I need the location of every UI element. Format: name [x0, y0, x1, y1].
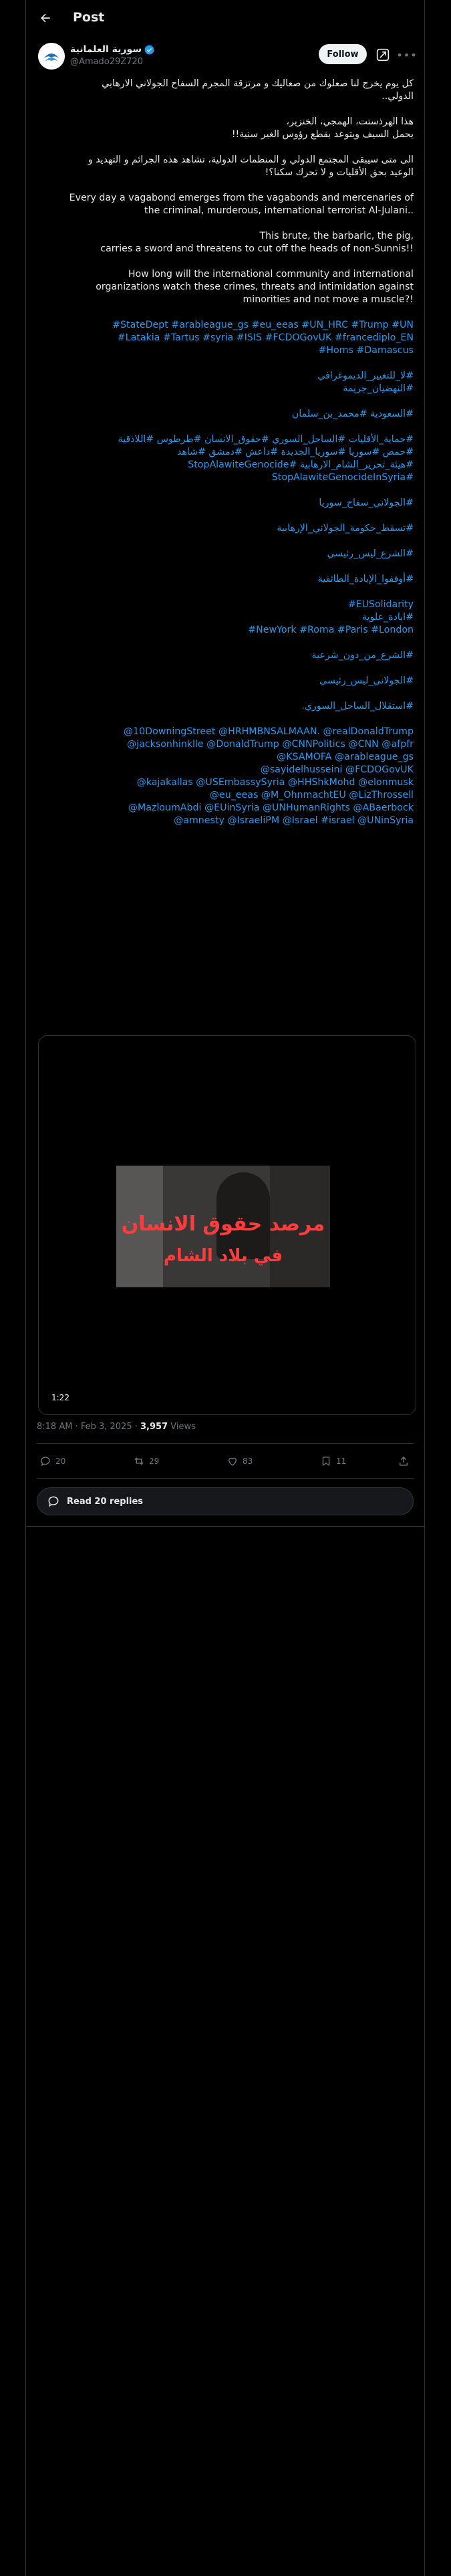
- follow-button[interactable]: Follow: [319, 44, 367, 64]
- hashtags-block-9[interactable]: #EUSolidarity #ابادة_علوية #NewYork #Rom…: [37, 599, 414, 637]
- repost-button[interactable]: 29: [133, 1455, 159, 1467]
- avatar[interactable]: [38, 43, 65, 70]
- repost-count: 29: [149, 1457, 160, 1466]
- hashtags-block-12[interactable]: #استقلال_الساحل_السوري.: [37, 700, 414, 713]
- reply-icon: [41, 1457, 50, 1467]
- video-player[interactable]: مرصد حقوق الانسان في بلاد الشام 1:22: [38, 1035, 416, 1415]
- author-name-block: سورية العلمانية @Amado29Z720: [70, 44, 154, 67]
- back-button[interactable]: [35, 8, 55, 28]
- chat-bubble-icon: [48, 1496, 59, 1507]
- reply-button[interactable]: 20: [39, 1455, 65, 1467]
- author-display-name[interactable]: سورية العلمانية: [70, 44, 142, 55]
- author-handle[interactable]: @Amado29Z720: [70, 57, 154, 67]
- bookmark-count: 11: [336, 1457, 347, 1466]
- hashtags-block-3[interactable]: #السعودية #محمد_بن_سلمان: [37, 408, 414, 421]
- arrow-left-icon: [41, 13, 50, 23]
- heart-icon: [229, 1457, 237, 1466]
- page-title: Post: [73, 10, 105, 25]
- english-paragraph-1: Every day a vagabond emerges from the va…: [69, 193, 414, 216]
- divider: [37, 1478, 414, 1479]
- post-text: كل يوم يخرج لنا صعلوك من صعاليك و مرتزقة…: [37, 78, 414, 840]
- more-options-button[interactable]: •••: [396, 45, 418, 64]
- bookmark-icon: [322, 1457, 330, 1467]
- grok-button[interactable]: [373, 45, 392, 64]
- hashtags-block-1[interactable]: #StateDept #arableague_gs #eu_eeas #UN_H…: [37, 319, 414, 357]
- grok-icon: [376, 48, 390, 62]
- arabic-paragraph-2: هذا الهرذستت، الهمجي، الخنزير، يحمل السي…: [231, 116, 414, 140]
- divider: [37, 1443, 414, 1444]
- post-meta: 8:18 AM · Feb 3, 2025 · 3,957 Views: [37, 1422, 196, 1432]
- arabic-paragraph-3: الى متى سيبقى المجتمع الدولي و المنظمات …: [88, 154, 414, 178]
- hashtags-block-8[interactable]: #أوقفوا_الإبادة_الطائفية: [37, 573, 414, 586]
- hashtags-block-10[interactable]: #الشرع_من_دون_شرعية: [37, 649, 414, 662]
- video-duration: 1:22: [48, 1392, 73, 1404]
- hashtags-block-2[interactable]: #لا_للتغيير_الديموغرافي #النهضيان_جريمة: [37, 370, 414, 395]
- hashtags-block-6[interactable]: #تسقط_حكومة_الجولاني_الإرهابية: [37, 522, 414, 535]
- like-button[interactable]: 83: [227, 1455, 253, 1467]
- english-paragraph-3: How long will the international communit…: [96, 269, 414, 305]
- divider: [26, 1526, 424, 1527]
- action-bar: 20 29 83 11: [37, 1451, 414, 1474]
- more-icon: •••: [396, 48, 418, 62]
- views-count: 3,957: [140, 1422, 168, 1432]
- read-replies-label: Read 20 replies: [67, 1496, 144, 1507]
- top-header: Post: [26, 0, 424, 36]
- bookmark-button[interactable]: 11: [320, 1455, 346, 1467]
- like-count: 83: [243, 1457, 253, 1466]
- hashtags-block-5[interactable]: #الجولاني_سفاح_سوريا: [37, 497, 414, 510]
- video-thumbnail[interactable]: مرصد حقوق الانسان في بلاد الشام: [116, 1166, 330, 1287]
- video-overlay-line-2: في بلاد الشام: [163, 1246, 283, 1266]
- reply-count: 20: [55, 1457, 66, 1466]
- video-overlay-line-1: مرصد حقوق الانسان: [121, 1212, 325, 1236]
- repost-icon: [134, 1457, 144, 1465]
- share-button[interactable]: [398, 1455, 410, 1467]
- read-replies-button[interactable]: Read 20 replies: [37, 1487, 414, 1515]
- arabic-paragraph-1: كل يوم يخرج لنا صعلوك من صعاليك و مرتزقة…: [102, 78, 414, 102]
- mentions-block[interactable]: @10DowningStreet @HRHMBNSALMAAN. @realDo…: [37, 726, 414, 827]
- share-icon: [400, 1457, 408, 1466]
- author-row: سورية العلمانية @Amado29Z720 Follow •••: [26, 41, 424, 74]
- views-label: Views: [168, 1422, 196, 1432]
- verified-badge-icon: [144, 45, 154, 54]
- hashtags-block-4[interactable]: #حماية_الأقليات #الساحل_السوري #حقوق_الا…: [37, 433, 414, 484]
- hashtags-block-7[interactable]: #الشرع_ليس_رئيسي: [37, 548, 414, 560]
- hashtags-block-11[interactable]: #الجولاني_ليس_رئيسي: [37, 675, 414, 687]
- english-paragraph-2: This brute, the barbaric, the pig, carri…: [100, 231, 414, 254]
- post-timestamp[interactable]: 8:18 AM · Feb 3, 2025 ·: [37, 1422, 140, 1432]
- post-column: Post سورية العلمانية @Amado29Z720 Follow…: [25, 0, 425, 2576]
